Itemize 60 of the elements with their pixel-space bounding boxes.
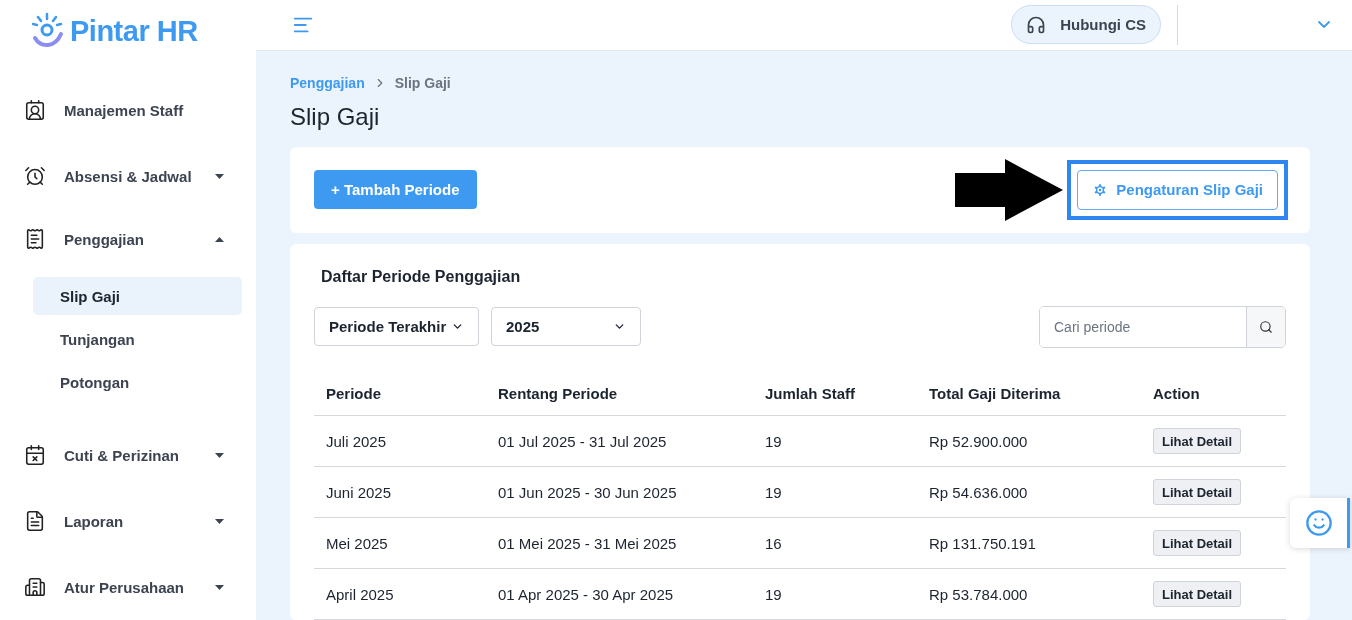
table-cell: 01 Mei 2025 - 31 Mei 2025 xyxy=(486,517,753,569)
receipt-icon xyxy=(24,228,46,251)
view-detail-button[interactable]: Lihat Detail xyxy=(1153,530,1242,556)
table-cell: Juni 2025 xyxy=(314,466,486,518)
feedback-widget-button[interactable] xyxy=(1290,498,1350,548)
column-header: Total Gaji Diterima xyxy=(917,371,1141,416)
building-icon xyxy=(24,576,46,599)
search-button[interactable] xyxy=(1246,306,1285,347)
sidebar-subitem[interactable]: Slip Gaji xyxy=(33,277,242,316)
logo-text: Pintar HR xyxy=(70,14,198,48)
table-cell: Rp 52.900.000 xyxy=(917,415,1141,467)
table-cell: Mei 2025 xyxy=(314,517,486,569)
breadcrumb-current: Slip Gaji xyxy=(394,74,451,91)
sidebar-item[interactable]: Cuti & Perizinan xyxy=(24,422,242,489)
table-cell: Rp 53.784.000 xyxy=(917,568,1141,620)
id-card-icon xyxy=(24,99,46,122)
caret-down-icon xyxy=(215,518,224,524)
caret-down-icon xyxy=(215,452,224,458)
column-header: Rentang Periode xyxy=(486,371,753,416)
chevron-down-icon xyxy=(1318,21,1330,29)
table-cell: 19 xyxy=(753,568,917,620)
sidebar-item[interactable]: Laporan xyxy=(24,488,242,555)
sidebar-subitem[interactable]: Tunjangan xyxy=(33,320,242,359)
calendar-icon xyxy=(24,444,46,467)
column-header: Jumlah Staff xyxy=(753,371,917,416)
filter-dropdown[interactable]: 2025 xyxy=(491,307,641,346)
table-cell: 01 Apr 2025 - 30 Apr 2025 xyxy=(486,568,753,620)
view-detail-button[interactable]: Lihat Detail xyxy=(1153,428,1242,454)
gear-icon xyxy=(1092,181,1109,198)
table-cell: Juli 2025 xyxy=(314,415,486,467)
sidebar-item[interactable]: Atur Perusahaan xyxy=(24,554,242,620)
headset-icon xyxy=(1026,14,1047,35)
table-cell: 19 xyxy=(753,466,917,518)
sidebar-subitem[interactable]: Potongan xyxy=(33,363,242,402)
table-cell: 01 Jul 2025 - 31 Jul 2025 xyxy=(486,415,753,467)
column-header: Periode xyxy=(314,371,486,416)
sidebar-item[interactable]: Manajemen Staff xyxy=(24,77,242,144)
table-cell: 19 xyxy=(753,415,917,467)
table-cell: 16 xyxy=(753,517,917,569)
view-detail-button[interactable]: Lihat Detail xyxy=(1153,479,1242,505)
contact-support-button[interactable]: Hubungi CS xyxy=(1011,5,1161,45)
filter-dropdown[interactable]: Periode Terakhir xyxy=(314,307,479,346)
table-cell: April 2025 xyxy=(314,568,486,620)
caret-up-icon xyxy=(215,236,224,242)
document-icon xyxy=(24,510,46,533)
caret-down-icon xyxy=(215,173,224,179)
table-cell: Rp 131.750.191 xyxy=(917,517,1141,569)
search-icon xyxy=(1259,319,1273,334)
column-header: Action xyxy=(1141,371,1286,416)
sidebar-item[interactable]: Absensi & Jadwal xyxy=(24,143,242,209)
table-cell: 01 Jun 2025 - 30 Jun 2025 xyxy=(486,466,753,518)
section-title: Daftar Periode Penggajian xyxy=(321,267,522,286)
page-title: Slip Gaji xyxy=(290,102,381,131)
table-cell: Rp 54.636.000 xyxy=(917,466,1141,518)
sidebar-item[interactable]: Penggajian xyxy=(24,209,242,270)
caret-down-icon xyxy=(215,584,224,590)
view-detail-button[interactable]: Lihat Detail xyxy=(1153,581,1242,607)
search-field[interactable]: Cari periode xyxy=(1039,305,1286,348)
smiley-icon xyxy=(1304,509,1333,537)
alarm-clock-icon xyxy=(24,165,46,188)
